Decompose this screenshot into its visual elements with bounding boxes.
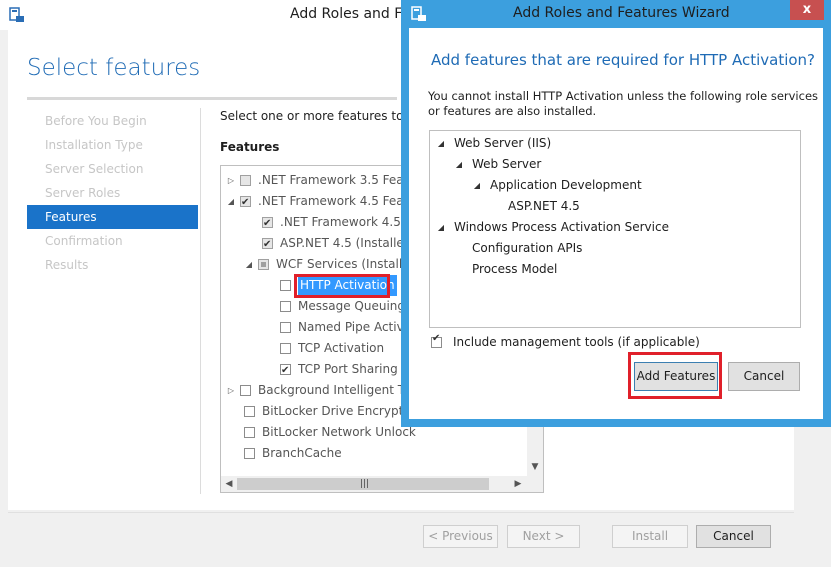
required-item-label: Process Model — [472, 262, 558, 276]
title-divider — [27, 97, 397, 100]
expand-arrow-icon[interactable]: ▷ — [226, 170, 236, 191]
required-item-label: Windows Process Activation Service — [454, 220, 669, 234]
feature-label: WCF Services (Installed — [276, 257, 418, 271]
next-button[interactable]: Next > — [507, 525, 580, 548]
collapse-arrow-icon[interactable]: ◢ — [436, 133, 446, 154]
previous-button[interactable]: < Previous — [423, 525, 498, 548]
include-mgmt-tools-row[interactable]: Include management tools (if applicable) — [431, 333, 700, 349]
feature-label: BitLocker Drive Encryption — [262, 404, 422, 418]
nav-server-selection[interactable]: Server Selection — [27, 157, 198, 181]
nav-server-roles[interactable]: Server Roles — [27, 181, 198, 205]
feature-checkbox[interactable] — [244, 406, 255, 417]
required-item: ASP.NET 4.5 — [508, 196, 580, 217]
tree-row[interactable]: Named Pipe Activa — [280, 317, 411, 338]
server-manager-icon — [410, 5, 428, 26]
feature-label: .NET Framework 4.5 (Ir — [280, 215, 418, 229]
feature-checkbox[interactable] — [240, 175, 251, 186]
install-button[interactable]: Install — [612, 525, 688, 548]
nav-installation-type[interactable]: Installation Type — [27, 133, 198, 157]
feature-label: TCP Activation — [298, 341, 385, 355]
dialog-description: You cannot install HTTP Activation unles… — [428, 89, 819, 103]
tree-row[interactable]: .NET Framework 4.5 (Ir — [262, 212, 418, 234]
required-item-label: Web Server — [472, 157, 542, 171]
annotation-highlight — [628, 352, 722, 399]
footer-divider — [8, 512, 794, 513]
tree-row[interactable]: BitLocker Network Unlock — [244, 422, 416, 443]
features-label: Features — [220, 140, 280, 154]
scroll-left-icon[interactable]: ◀ — [221, 476, 237, 492]
scroll-down-icon[interactable]: ▼ — [527, 458, 543, 476]
include-mgmt-tools-checkbox[interactable] — [431, 333, 442, 348]
feature-checkbox[interactable] — [240, 385, 251, 396]
tree-row[interactable]: TCP Port Sharing (I — [280, 359, 410, 381]
collapse-arrow-icon[interactable]: ◢ — [226, 191, 236, 212]
tree-row[interactable]: TCP Activation — [280, 338, 384, 359]
feature-label: BitLocker Network Unlock — [262, 425, 416, 439]
feature-label: .NET Framework 3.5 Featu — [258, 173, 416, 187]
required-item: ◢ Web Server — [454, 154, 541, 175]
feature-checkbox[interactable] — [262, 213, 273, 234]
nav-divider — [200, 108, 201, 494]
http-activation-checkbox[interactable] — [280, 280, 291, 291]
required-item: ◢ Application Development — [472, 175, 642, 196]
dialog-title: Add Roles and Features Wizard — [513, 5, 730, 21]
background-window-title: Add Roles and F — [290, 6, 403, 22]
nav-confirmation[interactable]: Confirmation — [27, 229, 198, 253]
annotation-highlight — [294, 274, 390, 298]
collapse-arrow-icon[interactable]: ◢ — [454, 154, 464, 175]
required-item: Process Model — [472, 259, 557, 280]
feature-checkbox[interactable] — [262, 234, 273, 255]
feature-label: Named Pipe Activa — [298, 320, 412, 334]
feature-checkbox[interactable] — [280, 360, 291, 381]
dialog-cancel-button[interactable]: Cancel — [728, 362, 800, 391]
collapse-arrow-icon[interactable]: ◢ — [472, 175, 482, 196]
tree-row[interactable]: Message Queuing — [280, 296, 405, 317]
required-item: ◢ Windows Process Activation Service — [436, 217, 669, 238]
feature-checkbox[interactable] — [258, 259, 269, 270]
scroll-right-icon[interactable]: ▶ — [510, 476, 526, 492]
nav-results[interactable]: Results — [27, 253, 198, 277]
dialog-description: or features are also installed. — [428, 104, 597, 118]
nav-before-you-begin[interactable]: Before You Begin — [27, 109, 198, 133]
grip-icon: ||| — [360, 479, 370, 489]
feature-checkbox[interactable] — [240, 192, 251, 213]
feature-label: TCP Port Sharing (I — [298, 362, 410, 376]
feature-label: ASP.NET 4.5 (Installed) — [280, 236, 417, 250]
include-mgmt-tools-label: Include management tools (if applicable) — [453, 335, 700, 349]
expand-arrow-icon[interactable]: ▷ — [226, 380, 236, 401]
collapse-arrow-icon[interactable]: ◢ — [244, 254, 254, 275]
feature-label: Background Intelligent Tra — [258, 383, 416, 397]
server-manager-icon — [8, 6, 26, 27]
required-item-label: Web Server (IIS) — [454, 136, 552, 150]
tree-row[interactable]: ▷ .NET Framework 3.5 Featu — [226, 170, 416, 191]
nav-features[interactable]: Features — [27, 205, 198, 229]
collapse-arrow-icon[interactable]: ◢ — [436, 217, 446, 238]
cancel-button[interactable]: Cancel — [696, 525, 771, 548]
page-title: Select features — [27, 55, 201, 81]
tree-row[interactable]: BranchCache — [244, 443, 342, 464]
tree-row[interactable]: ▷ Background Intelligent Tra — [226, 380, 416, 401]
feature-label: Message Queuing — [298, 299, 406, 313]
feature-checkbox[interactable] — [280, 343, 291, 354]
feature-checkbox[interactable] — [244, 448, 255, 459]
instruction-text: Select one or more features to inst — [220, 109, 430, 123]
required-item: ◢ Web Server (IIS) — [436, 133, 551, 154]
close-icon[interactable]: x — [790, 0, 824, 20]
tree-row[interactable]: BitLocker Drive Encryption — [244, 401, 422, 422]
tree-row[interactable]: ◢ .NET Framework 4.5 Featu — [226, 191, 416, 213]
required-item: Configuration APIs — [472, 238, 582, 259]
dialog-heading: Add features that are required for HTTP … — [431, 51, 816, 69]
required-item-label: ASP.NET 4.5 — [508, 199, 580, 213]
feature-checkbox[interactable] — [280, 322, 291, 333]
feature-checkbox[interactable] — [280, 301, 291, 312]
required-item-label: Application Development — [490, 178, 642, 192]
feature-checkbox[interactable] — [244, 427, 255, 438]
tree-row[interactable]: ASP.NET 4.5 (Installed) — [262, 233, 417, 255]
required-item-label: Configuration APIs — [472, 241, 583, 255]
tree-row[interactable]: ◢ WCF Services (Installed — [244, 254, 417, 275]
feature-label: .NET Framework 4.5 Featu — [258, 194, 416, 208]
feature-label: BranchCache — [262, 446, 342, 460]
